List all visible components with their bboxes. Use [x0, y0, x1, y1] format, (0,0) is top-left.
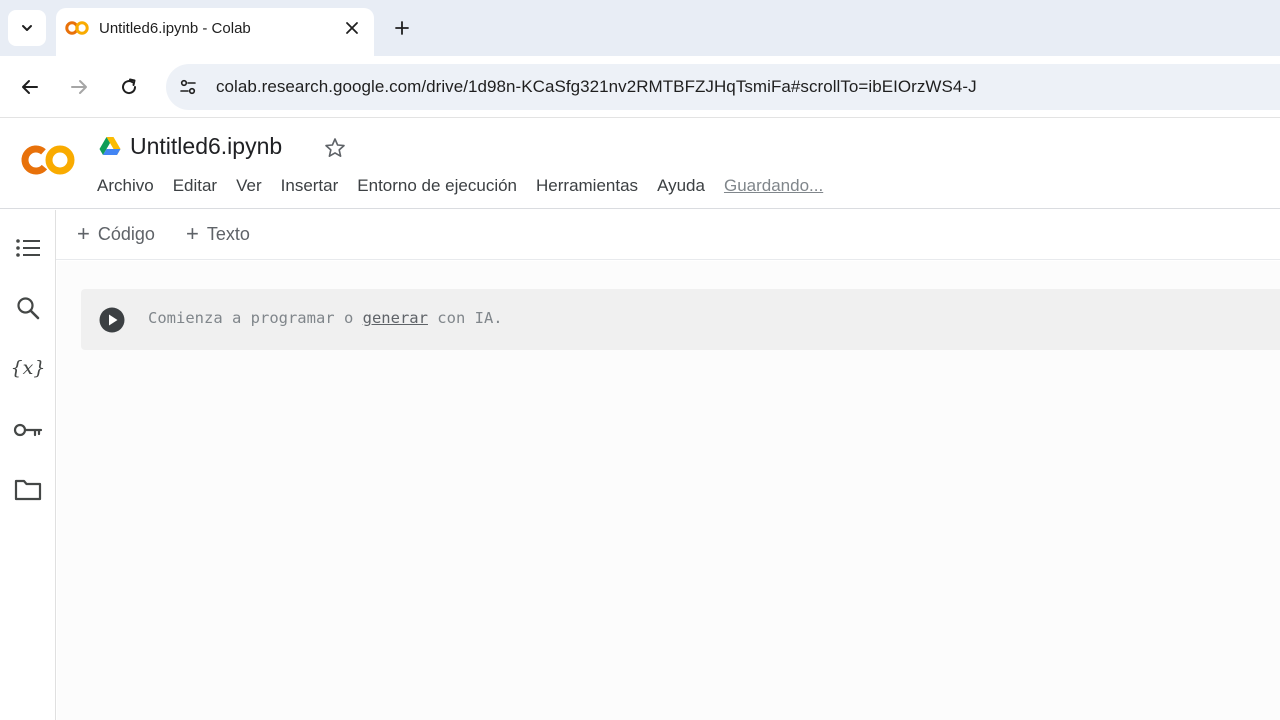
- add-text-button[interactable]: + Texto: [186, 221, 250, 247]
- menu-ver[interactable]: Ver: [236, 176, 262, 196]
- plus-icon: [395, 21, 409, 35]
- reload-button[interactable]: [113, 71, 145, 103]
- google-drive-icon[interactable]: [99, 136, 121, 156]
- colab-header: Untitled6.ipynb Archivo Editar Ver Inser…: [0, 119, 1280, 209]
- files-folder-icon: [14, 479, 42, 501]
- notebook-toolbar: + Código + Texto: [56, 210, 1280, 260]
- menu-ayuda[interactable]: Ayuda: [657, 176, 705, 196]
- placeholder-text-start: Comienza a programar o: [148, 309, 363, 327]
- star-icon: [325, 138, 345, 157]
- generate-with-ai-link[interactable]: generar: [363, 309, 428, 327]
- menu-editar[interactable]: Editar: [173, 176, 217, 196]
- notebook-body: Comienza a programar o generar con IA.: [57, 261, 1280, 720]
- tab-search-button[interactable]: [8, 10, 46, 46]
- reload-icon: [122, 78, 137, 95]
- browser-tab-active[interactable]: Untitled6.ipynb - Colab: [56, 8, 374, 56]
- new-tab-button[interactable]: [388, 14, 416, 42]
- arrow-left-icon: [22, 80, 38, 94]
- secrets-button[interactable]: [10, 412, 46, 448]
- variables-icon: {x}: [12, 357, 44, 379]
- files-button[interactable]: [10, 472, 46, 508]
- site-info-button[interactable]: [174, 73, 202, 101]
- forward-button[interactable]: [63, 71, 95, 103]
- search-icon: [17, 297, 40, 320]
- notebook-title[interactable]: Untitled6.ipynb: [130, 133, 282, 160]
- browser-toolbar: colab.research.google.com/drive/1d98n-KC…: [0, 56, 1280, 118]
- menu-insertar[interactable]: Insertar: [281, 176, 339, 196]
- tune-icon: [180, 79, 196, 95]
- svg-text:{x}: {x}: [12, 357, 44, 379]
- url-text[interactable]: colab.research.google.com/drive/1d98n-KC…: [216, 77, 977, 97]
- play-icon: [99, 307, 124, 332]
- plus-icon: +: [186, 221, 199, 246]
- back-button[interactable]: [14, 71, 46, 103]
- add-text-label: Texto: [206, 223, 250, 244]
- arrow-right-icon: [71, 80, 87, 94]
- menu-herramientas[interactable]: Herramientas: [536, 176, 638, 196]
- left-sidebar: {x}: [0, 210, 56, 720]
- address-bar[interactable]: colab.research.google.com/drive/1d98n-KC…: [166, 64, 1280, 110]
- table-of-contents-button[interactable]: [10, 230, 46, 266]
- star-button[interactable]: [322, 135, 348, 161]
- placeholder-text-end: con IA.: [427, 309, 503, 327]
- save-status[interactable]: Guardando...: [724, 176, 823, 196]
- chevron-down-icon: [22, 25, 32, 31]
- run-cell-button[interactable]: [98, 306, 125, 333]
- plus-icon: +: [77, 221, 90, 246]
- tab-close-button[interactable]: [340, 16, 364, 40]
- add-code-button[interactable]: + Código: [77, 221, 155, 247]
- code-cell[interactable]: Comienza a programar o generar con IA.: [81, 289, 1280, 350]
- browser-tabstrip: Untitled6.ipynb - Colab: [0, 0, 1280, 56]
- colab-logo-icon: [65, 21, 89, 35]
- tab-title: Untitled6.ipynb - Colab: [99, 20, 251, 37]
- colab-logo-icon[interactable]: [18, 141, 78, 179]
- cell-placeholder[interactable]: Comienza a programar o generar con IA.: [148, 309, 503, 327]
- menubar: Archivo Editar Ver Insertar Entorno de e…: [97, 176, 823, 196]
- search-button[interactable]: [10, 290, 46, 326]
- close-icon: [346, 22, 358, 34]
- secrets-key-icon: [13, 423, 43, 437]
- toc-icon: [16, 239, 40, 257]
- menu-archivo[interactable]: Archivo: [97, 176, 154, 196]
- add-code-label: Código: [97, 223, 155, 244]
- menu-entorno-ejecucion[interactable]: Entorno de ejecución: [357, 176, 517, 196]
- variables-button[interactable]: {x}: [10, 350, 46, 386]
